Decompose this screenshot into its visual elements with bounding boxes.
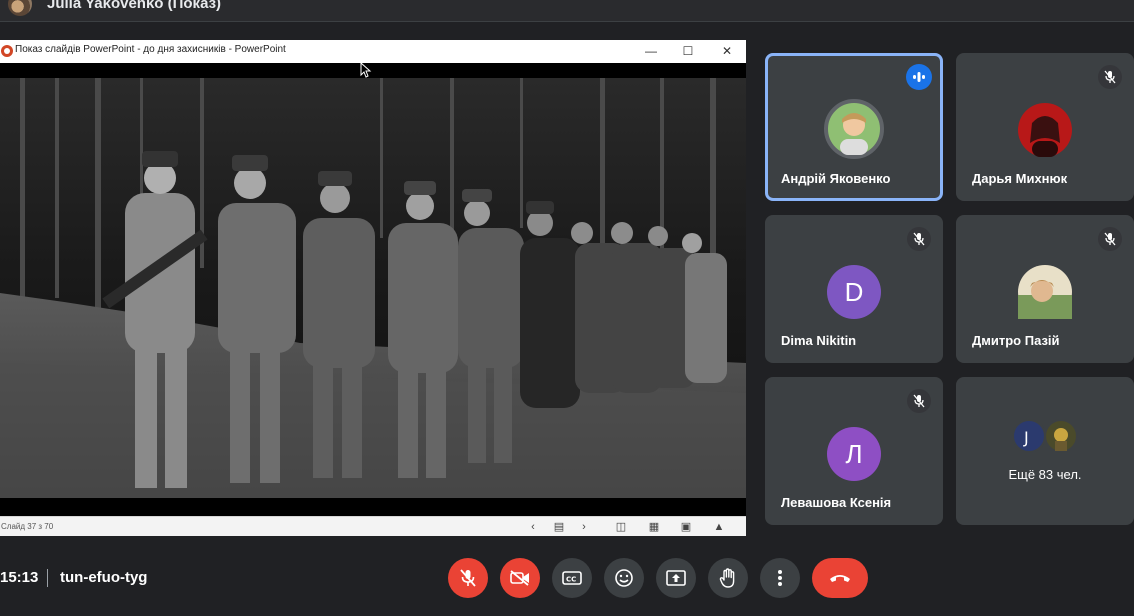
participant-avatar: J [1012, 419, 1046, 453]
more-options-button[interactable] [760, 558, 800, 598]
raise-hand-icon [719, 568, 735, 588]
mic-off-icon [1098, 227, 1122, 251]
next-slide-icon[interactable]: › [576, 520, 592, 534]
slide-menu-icon[interactable]: ▤ [551, 520, 567, 534]
presenter-avatar [8, 0, 32, 16]
participant-tile-ksenia[interactable]: Л Левашова Ксенія [765, 377, 943, 525]
svg-text:J: J [1023, 428, 1029, 447]
participant-avatar: Л [827, 427, 881, 481]
presenter-name: Julia Yakovenko (Показ) [47, 0, 222, 12]
captions-icon: CC [562, 571, 582, 585]
participant-name: Дарья Михнюк [972, 171, 1068, 186]
participant-tile-darya[interactable]: Дарья Михнюк [956, 53, 1134, 201]
camera-toggle-button[interactable] [500, 558, 540, 598]
present-now-button[interactable] [656, 558, 696, 598]
ppt-status-bar: Слайд 37 з 70 ‹ ▤ › ◫ ▦ ▣ ▲ [0, 516, 746, 536]
slide-image [0, 63, 746, 533]
ppt-title-bar: Показ слайдів PowerPoint - до дня захисн… [0, 40, 746, 63]
more-options-icon [778, 570, 782, 586]
meeting-time: 15:13 [0, 569, 39, 586]
meet-window: Julia Yakovenko (Показ) Показ слайдів Po… [0, 0, 1134, 616]
previous-slide-icon[interactable]: ‹ [525, 520, 541, 534]
svg-text:CC: CC [566, 576, 576, 584]
soldiers-photo [0, 63, 746, 533]
hang-up-icon [830, 575, 850, 582]
microphone-toggle-button[interactable] [448, 558, 488, 598]
mic-off-icon [1098, 65, 1122, 89]
leave-call-button[interactable] [812, 558, 868, 598]
mic-off-icon [460, 569, 476, 587]
participant-name: Dima Nikitin [781, 333, 857, 348]
slide-sorter-icon[interactable]: ▦ [646, 520, 662, 534]
mic-off-icon [907, 227, 931, 251]
minimize-button[interactable]: — [640, 42, 662, 60]
mouse-pointer-icon [360, 62, 372, 78]
participant-avatar [1018, 103, 1072, 157]
participant-tile-andriy[interactable]: Андрій Яковенко [765, 53, 943, 201]
reading-view-icon[interactable]: ▣ [678, 520, 694, 534]
shared-presentation-window[interactable]: Показ слайдів PowerPoint - до дня захисн… [0, 40, 746, 536]
participant-avatar [824, 99, 884, 159]
participant-tile-dmytro[interactable]: Дмитро Пазій [956, 215, 1134, 363]
present-screen-icon [666, 570, 686, 586]
ppt-window-title: Показ слайдів PowerPoint - до дня захисн… [15, 44, 286, 55]
divider [47, 569, 48, 587]
participant-avatar [1044, 419, 1078, 453]
participant-name: Дмитро Пазій [972, 333, 1060, 348]
slideshow-view-icon[interactable]: ▲ [711, 520, 727, 534]
presenter-bar: Julia Yakovenko (Показ) [0, 0, 1134, 22]
reactions-button[interactable] [604, 558, 644, 598]
participant-avatar: D [827, 265, 881, 319]
captions-button[interactable]: CC [552, 558, 592, 598]
more-participants-tile[interactable]: J Ещё 83 чел. [956, 377, 1134, 525]
camera-off-icon [510, 570, 529, 586]
participant-name: Андрій Яковенко [781, 171, 891, 186]
participant-name: Левашова Ксенія [781, 495, 892, 510]
meeting-code: tun-efuo-tyg [60, 569, 148, 586]
more-participants-count: Ещё 83 чел. [1008, 467, 1082, 482]
close-window-button[interactable]: ✕ [716, 42, 738, 60]
normal-view-icon[interactable]: ◫ [613, 520, 629, 534]
raise-hand-button[interactable] [708, 558, 748, 598]
mic-off-icon [907, 389, 931, 413]
maximize-button[interactable]: ☐ [677, 42, 699, 60]
powerpoint-logo-icon [1, 45, 13, 57]
participant-avatar [1018, 265, 1072, 319]
participant-tile-dima[interactable]: D Dima Nikitin [765, 215, 943, 363]
speaking-indicator-icon [906, 64, 932, 90]
slide-counter: Слайд 37 з 70 [1, 522, 54, 531]
emoji-icon [615, 569, 633, 587]
